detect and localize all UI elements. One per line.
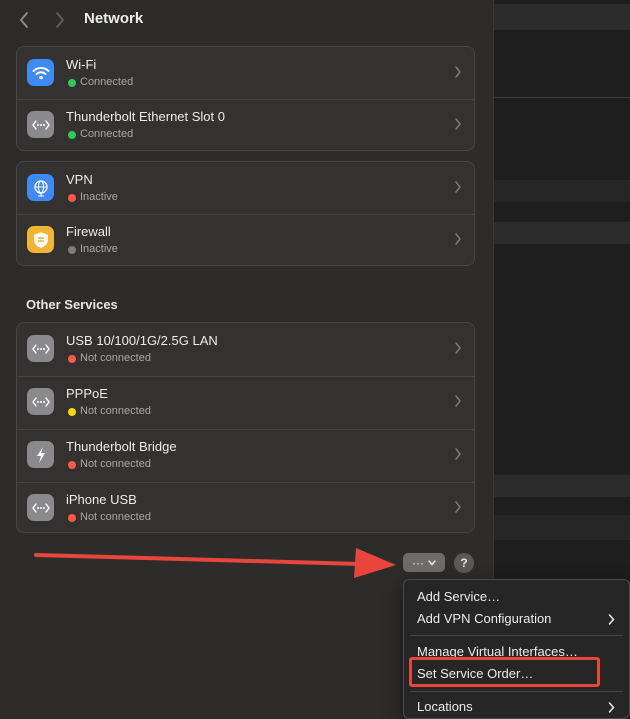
annotation-arrow: [34, 548, 396, 578]
service-name: PPPoE: [66, 386, 108, 401]
menu-separator: [410, 635, 623, 636]
chevron-right-icon: [455, 342, 461, 354]
menu-item-add-vpn-configuration[interactable]: Add VPN Configuration: [417, 611, 551, 626]
chevron-right-icon: [455, 501, 461, 513]
ethernet-icon: [27, 111, 54, 138]
section-title-other-services: Other Services: [26, 297, 118, 312]
service-name: iPhone USB: [66, 492, 137, 507]
submenu-chevron-icon: [608, 614, 615, 625]
bg-divider: [494, 97, 630, 98]
annotation-highlight-box: [409, 657, 600, 687]
toolbar: Network: [0, 0, 494, 40]
service-name: Thunderbolt Ethernet Slot 0: [66, 109, 225, 124]
status-indicator-red: [68, 461, 76, 469]
action-dropdown-menu: Add Service… Add VPN Configuration Manag…: [403, 579, 630, 719]
service-status: Not connected: [80, 352, 151, 364]
chevron-down-icon: [428, 559, 436, 566]
thunderbolt-icon: [27, 441, 54, 468]
ethernet-icon: [27, 335, 54, 362]
menu-item-add-service[interactable]: Add Service…: [417, 589, 500, 604]
service-status: Connected: [80, 128, 134, 140]
action-menu-button[interactable]: ···: [403, 553, 445, 572]
connections-group: Wi-Fi Connected Thunderbolt Ethernet Slo…: [16, 46, 475, 151]
ethernet-icon: [27, 388, 54, 415]
service-status: Inactive: [80, 243, 118, 255]
service-status: Connected: [80, 76, 134, 88]
help-button[interactable]: ?: [454, 553, 474, 573]
menu-separator: [410, 691, 623, 692]
back-button[interactable]: [14, 10, 34, 30]
chevron-right-icon: [455, 448, 461, 460]
chevron-right-icon: [455, 233, 461, 245]
chevron-right-icon: [455, 66, 461, 78]
service-name: USB 10/100/1G/2.5G LAN: [66, 333, 218, 348]
service-row-thunderbolt-ethernet[interactable]: Thunderbolt Ethernet Slot 0 Connected: [17, 99, 474, 151]
bg-strip: [494, 475, 630, 497]
service-name: Firewall: [66, 224, 111, 239]
status-indicator-red: [68, 514, 76, 522]
firewall-shield-icon: [27, 226, 54, 253]
more-icon: ···: [412, 555, 424, 570]
status-indicator-yellow: [68, 408, 76, 416]
bg-strip: [494, 515, 630, 540]
service-status: Not connected: [80, 458, 151, 470]
menu-item-locations[interactable]: Locations: [417, 699, 473, 714]
status-indicator-red: [68, 194, 76, 202]
status-indicator-gray: [68, 246, 76, 254]
service-status: Not connected: [80, 405, 151, 417]
service-row-pppoe[interactable]: PPPoE Not connected: [17, 376, 474, 428]
bg-strip: [494, 4, 630, 30]
submenu-chevron-icon: [608, 702, 615, 713]
forward-button[interactable]: [50, 10, 70, 30]
service-name: Wi-Fi: [66, 57, 97, 72]
service-row-vpn[interactable]: VPN Inactive: [17, 162, 474, 214]
bg-strip: [494, 180, 630, 202]
ethernet-icon: [27, 494, 54, 521]
service-row-usb-lan[interactable]: USB 10/100/1G/2.5G LAN Not connected: [17, 323, 474, 375]
other-services-group: USB 10/100/1G/2.5G LAN Not connected PPP…: [16, 322, 475, 533]
service-status: Not connected: [80, 511, 151, 523]
chevron-right-icon: [455, 181, 461, 193]
chevron-right-icon: [56, 12, 64, 28]
status-indicator-red: [68, 355, 76, 363]
service-row-thunderbolt-bridge[interactable]: Thunderbolt Bridge Not connected: [17, 429, 474, 481]
page-title: Network: [84, 10, 144, 27]
service-row-wifi[interactable]: Wi-Fi Connected: [17, 47, 474, 99]
service-row-firewall[interactable]: Firewall Inactive: [17, 214, 474, 266]
service-name: Thunderbolt Bridge: [66, 439, 177, 454]
service-row-iphone-usb[interactable]: iPhone USB Not connected: [17, 482, 474, 534]
chevron-right-icon: [455, 118, 461, 130]
chevron-right-icon: [455, 395, 461, 407]
wifi-icon: [27, 59, 54, 86]
service-status: Inactive: [80, 191, 118, 203]
status-indicator-green: [68, 131, 76, 139]
status-indicator-green: [68, 79, 76, 87]
security-group: VPN Inactive Firewall Inactive: [16, 161, 475, 266]
vpn-globe-icon: [27, 174, 54, 201]
chevron-left-icon: [20, 12, 28, 28]
service-name: VPN: [66, 172, 93, 187]
bg-strip: [494, 222, 630, 244]
